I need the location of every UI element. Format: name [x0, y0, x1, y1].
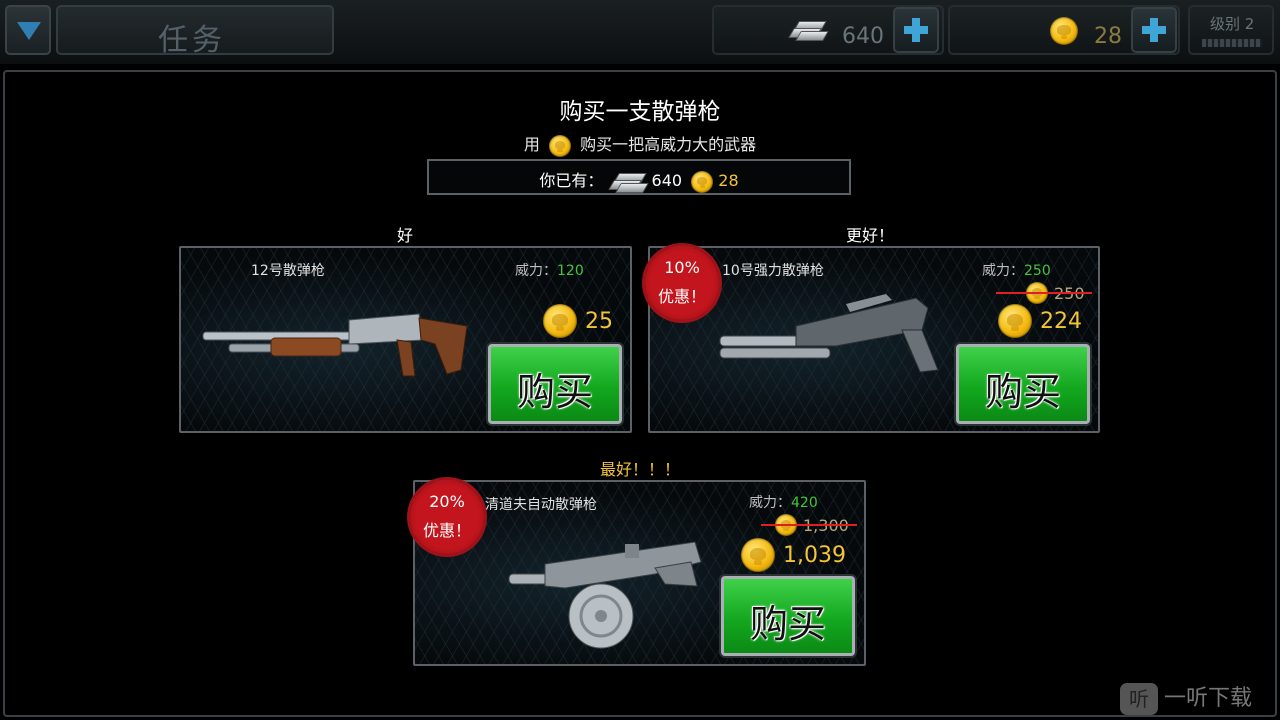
drum-shotgun-image: [508, 541, 702, 649]
discount-badge: 10% 优惠！: [639, 240, 725, 326]
discount-percent: 10%: [664, 258, 700, 277]
owned-silver: 640: [651, 171, 683, 190]
weapon-power: 威力：120: [515, 263, 584, 279]
gold-skull-coin-icon: [998, 304, 1032, 338]
weapon-power: 威力：250: [982, 263, 1051, 279]
tier-label-good: 好: [396, 226, 413, 245]
dialog-title: 购买一支散弹枪: [559, 99, 721, 125]
watermark: 听一听下载: [1120, 680, 1252, 715]
menu-title-plate[interactable]: 任务: [56, 5, 334, 58]
offer-card-12-gauge: 12号散弹枪 威力：120 25 购买: [179, 246, 632, 433]
pump-shotgun-image: [202, 313, 468, 377]
level-indicator: 级别 2: [1188, 5, 1274, 55]
discount-label: 优惠！: [422, 521, 471, 540]
menu-title: 任务: [158, 23, 226, 58]
top-bar: 任务 640 28 级别 2: [0, 0, 1280, 64]
gold-skull-coin-icon: [741, 538, 775, 572]
silver-amount: 640: [842, 24, 884, 49]
discount-badge: 20% 优惠！: [404, 474, 490, 560]
strikethrough-line: [996, 292, 1092, 294]
weapon-name: 12号散弹枪: [251, 263, 325, 279]
gold-skull-coin-icon: [691, 170, 714, 193]
combat-shotgun-image: [719, 294, 939, 373]
dialog-subtitle: 用 购买一把高威力大的武器: [0, 131, 1280, 157]
dropdown-arrow-icon: [17, 22, 41, 40]
weapon-name: 清道夫自动散弹枪: [485, 497, 597, 513]
gold-amount: 28: [1094, 24, 1122, 49]
buy-button[interactable]: 购买: [956, 344, 1090, 424]
owned-gold: 28: [718, 171, 739, 190]
silver-bars-icon: [608, 171, 650, 193]
price: 224: [1040, 308, 1082, 334]
buy-button[interactable]: 购买: [488, 344, 622, 424]
price-row: 25: [543, 304, 613, 338]
silver-bars-icon: [788, 19, 829, 41]
buy-button[interactable]: 购买: [721, 576, 855, 656]
price-row: 1,039: [741, 538, 846, 572]
subtitle-prefix: 用: [523, 135, 540, 154]
tier-label-better: 更好！: [845, 226, 894, 245]
owned-currency-box: 你已有： 640 28: [427, 159, 851, 195]
level-label: 级别 2: [1210, 15, 1255, 33]
gold-skull-coin-icon: [1050, 17, 1078, 45]
price-row: 224: [998, 304, 1082, 338]
menu-dropdown-button[interactable]: [5, 5, 51, 55]
gold-skull-coin-icon: [543, 304, 577, 338]
owned-label: 你已有：: [539, 171, 604, 190]
add-silver-button[interactable]: [893, 7, 939, 53]
strikethrough-line: [761, 524, 857, 526]
gold-skull-coin-icon: [549, 134, 571, 157]
watermark-text: 一听下载: [1164, 686, 1253, 711]
discount-percent: 20%: [429, 492, 465, 511]
add-gold-button[interactable]: [1131, 7, 1177, 53]
price: 25: [585, 308, 613, 334]
tier-label-best: 最好！！！: [599, 460, 680, 479]
level-progress-icon: [1202, 39, 1262, 47]
weapon-power: 威力：420: [749, 495, 818, 511]
weapon-name: 10号强力散弹枪: [722, 263, 824, 279]
discount-label: 优惠！: [657, 287, 706, 306]
price: 1,039: [783, 542, 846, 568]
subtitle-suffix: 购买一把高威力大的武器: [580, 135, 757, 154]
watermark-logo-icon: 听: [1120, 683, 1158, 715]
